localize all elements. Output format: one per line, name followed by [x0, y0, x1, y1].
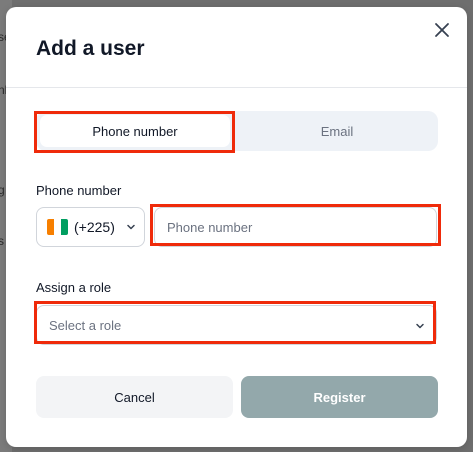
chevron-down-icon	[127, 224, 135, 230]
role-select[interactable]: Select a role	[36, 305, 437, 345]
ivory-coast-flag-icon	[47, 219, 68, 235]
dialog-title: Add a user	[36, 37, 145, 60]
country-code-select[interactable]: (+225)	[36, 207, 145, 247]
role-select-placeholder: Select a role	[49, 317, 122, 333]
background-text: g	[0, 183, 5, 197]
header-divider	[6, 87, 467, 88]
tab-phone-number[interactable]: Phone number	[40, 115, 230, 147]
tab-email[interactable]: Email	[236, 111, 438, 151]
add-user-dialog: Add a user Phone number Email Phone numb…	[6, 7, 467, 447]
background-text: s	[0, 234, 4, 248]
cancel-button[interactable]: Cancel	[36, 376, 233, 418]
country-code-value: (+225)	[74, 219, 115, 235]
phone-number-input[interactable]	[154, 207, 437, 247]
chevron-down-icon	[416, 323, 424, 329]
register-button[interactable]: Register	[241, 376, 438, 418]
phone-number-label: Phone number	[36, 183, 122, 198]
close-icon[interactable]	[433, 21, 451, 39]
contact-method-tabs: Phone number Email	[36, 111, 438, 151]
assign-role-label: Assign a role	[36, 280, 112, 295]
